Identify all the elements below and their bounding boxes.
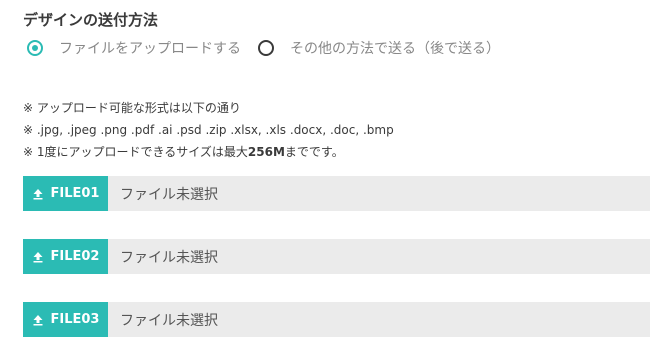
file-button-label: FILE01: [50, 186, 100, 201]
note-size-value: 256M: [247, 145, 285, 159]
delivery-method-radio-group: ファイルをアップロードする その他の方法で送る（後で送る）: [27, 38, 500, 58]
radio-label-send-later: その他の方法で送る（後で送る）: [290, 41, 500, 57]
file-status-text: ファイル未選択: [120, 249, 218, 266]
upload-icon: [33, 314, 42, 325]
file-upload-button-1[interactable]: FILE01: [23, 176, 108, 211]
upload-icon: [33, 188, 42, 199]
file-input-row-3: FILE03 ファイル未選択: [23, 302, 650, 337]
file-button-label: FILE02: [50, 249, 100, 264]
radio-button-checked[interactable]: [27, 40, 43, 56]
note-size-prefix: ※ 1度にアップロードできるサイズは最大: [23, 145, 248, 159]
note-size-suffix: までです。: [284, 145, 344, 159]
radio-label-upload: ファイルをアップロードする: [59, 41, 241, 57]
file-status-text: ファイル未選択: [120, 312, 218, 329]
section-title: デザインの送付方法: [23, 11, 159, 29]
file-input-row-1: FILE01 ファイル未選択: [23, 176, 650, 211]
file-status-text: ファイル未選択: [120, 186, 218, 203]
file-button-label: FILE03: [50, 312, 100, 327]
file-input-row-2: FILE02 ファイル未選択: [23, 239, 650, 274]
radio-button-unchecked[interactable]: [258, 40, 274, 56]
note-format-list: ※ .jpg, .jpeg .png .pdf .ai .psd .zip .x…: [23, 123, 394, 137]
note-size-limit: ※ 1度にアップロードできるサイズは最大256Mまでです。: [23, 141, 394, 163]
upload-notes: ※ アップロード可能な形式は以下の通り ※ .jpg, .jpeg .png .…: [23, 97, 394, 163]
file-upload-button-2[interactable]: FILE02: [23, 239, 108, 274]
radio-option-upload[interactable]: ファイルをアップロードする: [27, 38, 241, 58]
file-upload-button-3[interactable]: FILE03: [23, 302, 108, 337]
radio-option-send-later[interactable]: その他の方法で送る（後で送る）: [258, 38, 500, 58]
note-allowed-formats: ※ アップロード可能な形式は以下の通り: [23, 101, 241, 115]
upload-icon: [33, 251, 42, 262]
